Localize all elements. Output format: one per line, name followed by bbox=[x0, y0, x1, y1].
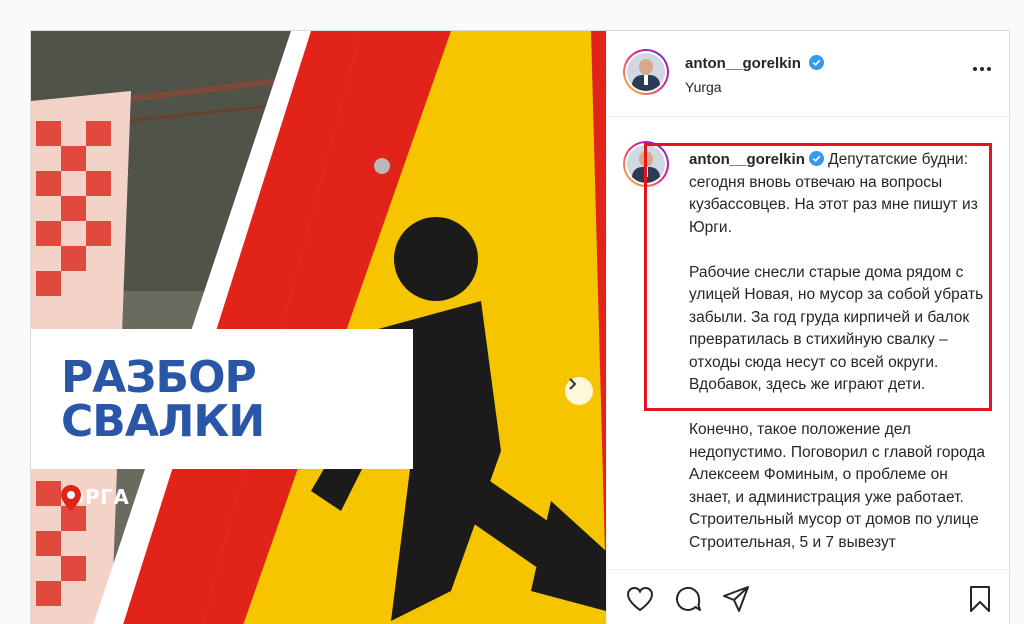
caption-area: anton__gorelkin Депутатские будни: сегод… bbox=[607, 117, 1012, 569]
header-location[interactable]: Yurga bbox=[685, 79, 722, 95]
caption-avatar[interactable] bbox=[623, 141, 669, 187]
next-image-button[interactable] bbox=[565, 377, 593, 405]
road-sign-photo bbox=[31, 31, 606, 624]
more-horizontal-icon bbox=[973, 67, 977, 71]
chevron-right-icon bbox=[569, 378, 577, 390]
bookmark-icon[interactable] bbox=[965, 584, 995, 614]
title-banner: РАЗБОР СВАЛКИ bbox=[31, 329, 413, 469]
heart-icon[interactable] bbox=[625, 584, 655, 614]
banner-line-1: РАЗБОР bbox=[61, 352, 257, 403]
banner-line-2: СВАЛКИ bbox=[61, 396, 265, 447]
share-icon[interactable] bbox=[721, 584, 751, 614]
post-header: anton__gorelkin Yurga bbox=[607, 31, 1012, 117]
caption-username[interactable]: anton__gorelkin bbox=[689, 151, 805, 168]
header-username[interactable]: anton__gorelkin bbox=[685, 55, 801, 72]
verified-badge-icon bbox=[809, 55, 825, 70]
map-pin-icon bbox=[61, 485, 81, 511]
caption-paragraph-2: Рабочие снесли старые дома рядом с улице… bbox=[689, 263, 984, 394]
avatar[interactable] bbox=[623, 49, 669, 95]
post-image[interactable]: РАЗБОР СВАЛКИ ЮРГА bbox=[31, 31, 606, 624]
more-options-button[interactable] bbox=[970, 67, 994, 77]
caption-paragraph: anton__gorelkin Депутатские будни: сегод… bbox=[689, 149, 989, 239]
location-tag: ЮРГА bbox=[61, 485, 129, 511]
instagram-post: РАЗБОР СВАЛКИ ЮРГА anton__gorelkin Yurga… bbox=[30, 30, 1012, 624]
verified-badge-icon bbox=[808, 151, 824, 166]
caption-text: anton__gorelkin Депутатские будни: сегод… bbox=[689, 149, 989, 569]
header-username-row: anton__gorelkin bbox=[685, 55, 825, 73]
comment-icon[interactable] bbox=[673, 584, 703, 614]
action-bar bbox=[607, 569, 1012, 624]
post-sidebar: anton__gorelkin Yurga anton__gorelkin Де… bbox=[606, 31, 1012, 624]
caption-paragraph-3: Конечно, такое положение дел недопустимо… bbox=[689, 421, 986, 551]
